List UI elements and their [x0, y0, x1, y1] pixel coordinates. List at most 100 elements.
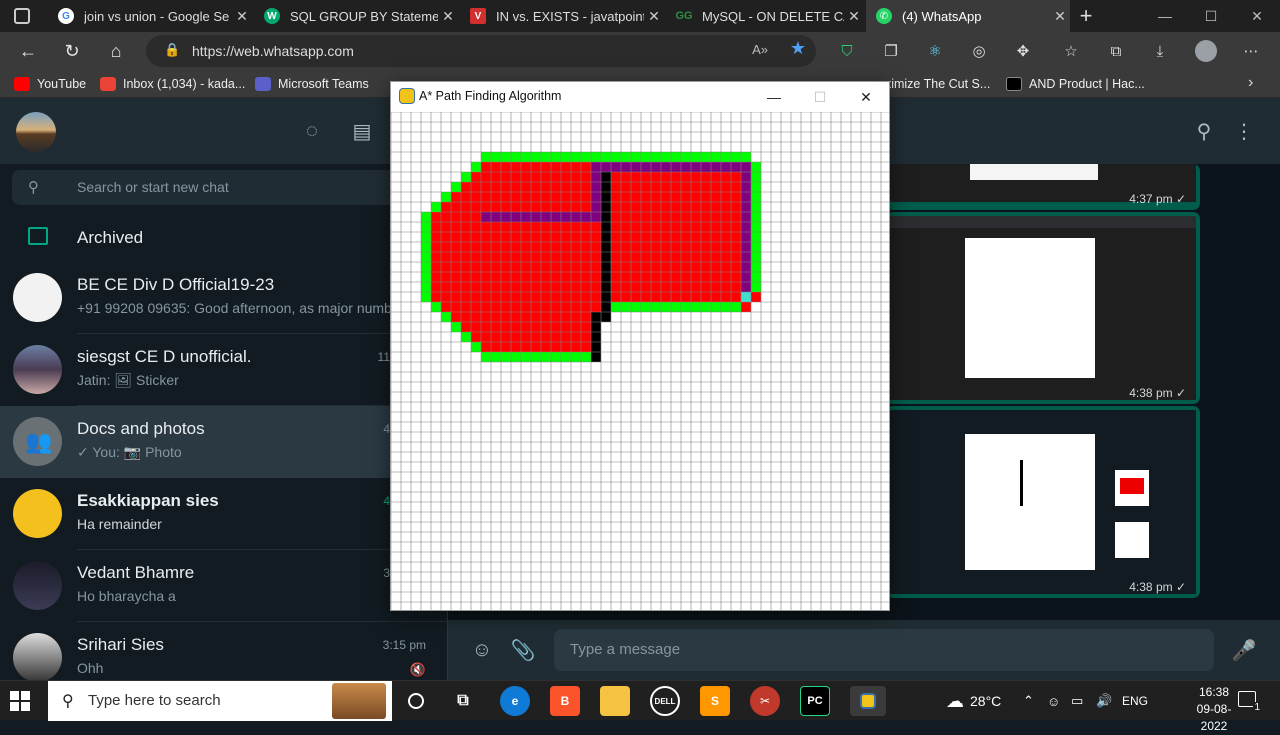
grid-cell-closed[interactable]	[541, 242, 551, 252]
grid-cell-closed[interactable]	[501, 232, 511, 242]
grid-cell-closed[interactable]	[651, 172, 661, 182]
grid-cell-closed[interactable]	[651, 232, 661, 242]
chat-item[interactable]: Esakkiappan sies Ha remainder 4	[0, 478, 448, 550]
grid-cell-closed[interactable]	[691, 212, 701, 222]
grid-cell-closed[interactable]	[591, 242, 601, 252]
grid-cell-closed[interactable]	[701, 292, 711, 302]
grid-cell-closed[interactable]	[731, 182, 741, 192]
grid-cell-closed[interactable]	[501, 282, 511, 292]
grid-cell-closed[interactable]	[651, 202, 661, 212]
grid-cell-closed[interactable]	[721, 242, 731, 252]
grid-cell-closed[interactable]	[681, 222, 691, 232]
close-icon[interactable]: ✕	[844, 8, 864, 25]
grid-cell-closed[interactable]	[501, 242, 511, 252]
grid-cell-closed[interactable]	[561, 182, 571, 192]
grid-cell-closed[interactable]	[511, 302, 521, 312]
grid-cell-closed[interactable]	[671, 282, 681, 292]
grid-cell-closed[interactable]	[521, 182, 531, 192]
grid-cell-closed[interactable]	[671, 212, 681, 222]
grid-cell-closed[interactable]	[621, 282, 631, 292]
grid-cell-closed[interactable]	[701, 232, 711, 242]
grid-cell-barrier[interactable]	[601, 252, 611, 262]
grid-cell-closed[interactable]	[431, 262, 441, 272]
grid-cell-open[interactable]	[721, 302, 731, 312]
grid-cell-open[interactable]	[581, 152, 591, 162]
grid-cell-open[interactable]	[481, 152, 491, 162]
grid-cell-closed[interactable]	[491, 322, 501, 332]
grid-cell-closed[interactable]	[511, 292, 521, 302]
grid-cell-closed[interactable]	[471, 202, 481, 212]
grid-cell-closed[interactable]	[731, 292, 741, 302]
grid-cell-closed[interactable]	[631, 242, 641, 252]
grid-cell-closed[interactable]	[541, 322, 551, 332]
grid-cell-closed[interactable]	[731, 192, 741, 202]
grid-cell-closed[interactable]	[501, 182, 511, 192]
collections-icon[interactable]: ⧉	[1105, 40, 1127, 62]
grid-cell-closed[interactable]	[461, 212, 471, 222]
grid-cell-closed[interactable]	[681, 282, 691, 292]
grid-cell-closed[interactable]	[681, 272, 691, 282]
grid-cell-closed[interactable]	[571, 192, 581, 202]
grid-cell-closed[interactable]	[441, 222, 451, 232]
grid-cell-path[interactable]	[741, 212, 751, 222]
grid-cell-closed[interactable]	[431, 212, 441, 222]
tab-whatsapp[interactable]: ✆ (4) WhatsApp ✕	[866, 0, 1070, 32]
image-message[interactable]: 4:37 pm ✓	[886, 164, 1200, 210]
grid-cell-open[interactable]	[421, 232, 431, 242]
grid-cell-open[interactable]	[751, 232, 761, 242]
grid-cell-closed[interactable]	[591, 282, 601, 292]
grid-cell-open[interactable]	[491, 352, 501, 362]
grid-cell-path[interactable]	[531, 212, 541, 222]
grid-cell-closed[interactable]	[581, 262, 591, 272]
grid-cell-closed[interactable]	[431, 282, 441, 292]
grid-cell-closed[interactable]	[511, 222, 521, 232]
grid-cell-closed[interactable]	[541, 232, 551, 242]
grid-cell-closed[interactable]	[581, 342, 591, 352]
grid-cell-closed[interactable]	[661, 192, 671, 202]
grid-cell-closed[interactable]	[471, 332, 481, 342]
grid-cell-open[interactable]	[751, 162, 761, 172]
grid-cell-closed[interactable]	[551, 292, 561, 302]
grid-cell-closed[interactable]	[641, 202, 651, 212]
grid-cell-closed[interactable]	[681, 262, 691, 272]
grid-cell-open[interactable]	[741, 152, 751, 162]
grid-cell-closed[interactable]	[461, 222, 471, 232]
grid-cell-closed[interactable]	[691, 292, 701, 302]
grid-cell-closed[interactable]	[631, 232, 641, 242]
grid-cell-closed[interactable]	[491, 342, 501, 352]
grid-cell-closed[interactable]	[541, 172, 551, 182]
grid-cell-closed[interactable]	[431, 242, 441, 252]
grid-cell-closed[interactable]	[561, 192, 571, 202]
microphone-icon[interactable]: 🎤	[1232, 638, 1257, 662]
grid-cell-path[interactable]	[541, 212, 551, 222]
grid-cell-closed[interactable]	[571, 162, 581, 172]
grid-cell-closed[interactable]	[691, 272, 701, 282]
grid-cell-closed[interactable]	[571, 182, 581, 192]
grid-cell-path[interactable]	[551, 212, 561, 222]
grid-cell-closed[interactable]	[731, 272, 741, 282]
grid-cell-closed[interactable]	[561, 162, 571, 172]
grid-cell-closed[interactable]	[491, 312, 501, 322]
grid-cell-closed[interactable]	[581, 272, 591, 282]
screenshot-thumbnail[interactable]	[890, 410, 1196, 594]
grid-cell-closed[interactable]	[471, 232, 481, 242]
grid-cell-closed[interactable]	[541, 302, 551, 312]
image-message[interactable]: 4:38 pm ✓	[886, 212, 1200, 404]
grid-cell-closed[interactable]	[571, 202, 581, 212]
chat-item[interactable]: siesgst CE D unofficial. Jatin: 🖼 Sticke…	[0, 334, 448, 406]
grid-cell-closed[interactable]	[551, 252, 561, 262]
grid-cell-closed[interactable]	[621, 222, 631, 232]
grid-cell-open[interactable]	[611, 152, 621, 162]
grid-cell-closed[interactable]	[641, 242, 651, 252]
grid-cell-closed[interactable]	[661, 172, 671, 182]
grid-cell-closed[interactable]	[491, 242, 501, 252]
grid-cell-closed[interactable]	[591, 252, 601, 262]
grid-cell-path[interactable]	[691, 162, 701, 172]
grid-cell-path[interactable]	[671, 162, 681, 172]
shield-extension-icon[interactable]: ⛉	[836, 40, 858, 62]
bookmark-youtube[interactable]: YouTube	[14, 75, 86, 93]
minimize-icon[interactable]: —	[751, 82, 797, 112]
grid-cell-closed[interactable]	[681, 182, 691, 192]
grid-cell-path[interactable]	[741, 202, 751, 212]
grid-cell-closed[interactable]	[491, 202, 501, 212]
